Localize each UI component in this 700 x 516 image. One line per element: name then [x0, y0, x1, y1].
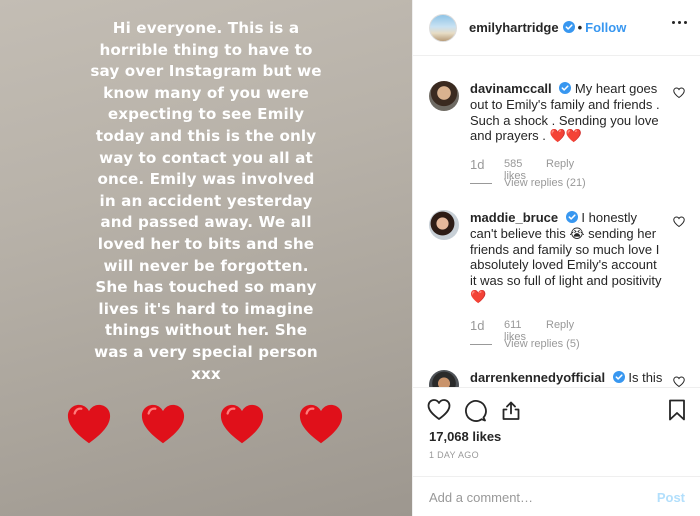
author-username[interactable]: emilyhartridge	[469, 20, 559, 35]
comment-like-heart-icon[interactable]	[673, 87, 685, 99]
bookmark-icon[interactable]	[665, 398, 689, 422]
red-heart-icon	[299, 404, 343, 444]
author-line: emilyhartridge • Follow	[469, 20, 626, 35]
post-image[interactable]: Hi everyone. This is a horrible thing to…	[0, 0, 412, 516]
commenter-avatar[interactable]	[429, 370, 459, 387]
view-replies-button[interactable]: View replies (5)	[470, 338, 580, 350]
commenter-username[interactable]: davinamccall	[470, 81, 552, 96]
separator-dot: •	[577, 20, 583, 35]
follow-button[interactable]: Follow	[585, 20, 626, 35]
comment-body: davinamccall My heart goes out to Emily'…	[470, 81, 666, 144]
commenter-username[interactable]: maddie_bruce	[470, 210, 558, 225]
post-timestamp[interactable]: 1 DAY AGO	[429, 450, 479, 460]
comments-list[interactable]: davinamccall My heart goes out to Emily'…	[413, 57, 700, 387]
commenter-username[interactable]: darrenkennedyofficial	[470, 370, 605, 385]
comment-bubble-icon[interactable]	[463, 398, 487, 422]
view-replies-label: View replies (5)	[504, 338, 580, 350]
commenter-avatar[interactable]	[429, 81, 459, 111]
verified-badge-icon	[562, 21, 575, 33]
share-icon[interactable]	[499, 398, 523, 422]
replies-line	[470, 182, 492, 184]
comment-text: Is this	[628, 370, 663, 385]
red-heart-icon	[220, 404, 264, 444]
red-heart-icon	[141, 404, 185, 444]
story-text: Hi everyone. This is a horrible thing to…	[90, 19, 322, 383]
hearts-row	[0, 398, 412, 454]
post-header: emilyhartridge • Follow	[413, 0, 700, 56]
commenter-avatar[interactable]	[429, 210, 459, 240]
comment-input[interactable]	[429, 489, 649, 505]
comment-body: maddie_bruce I honestly can't believe th…	[470, 210, 666, 305]
replies-line	[470, 343, 492, 345]
like-count[interactable]: 17,068 likes	[429, 429, 501, 444]
add-comment-bar: Post	[413, 476, 700, 516]
post-actions: 17,068 likes 1 DAY AGO Post	[413, 387, 700, 516]
verified-badge-icon	[612, 371, 625, 383]
like-heart-icon[interactable]	[427, 398, 451, 422]
verified-badge-icon	[565, 211, 578, 223]
post-sidebar: emilyhartridge • Follow davinamccall My he…	[412, 0, 700, 516]
view-replies-label: View replies (21)	[504, 177, 586, 189]
verified-badge-icon	[559, 82, 572, 94]
author-avatar[interactable]	[429, 13, 457, 42]
action-icons	[427, 398, 523, 422]
more-options-icon[interactable]	[672, 21, 687, 24]
red-heart-icon	[67, 404, 111, 444]
instagram-post: Hi everyone. This is a horrible thing to…	[0, 0, 700, 516]
comment-like-heart-icon[interactable]	[673, 376, 685, 387]
post-comment-button[interactable]: Post	[657, 490, 685, 505]
comment-like-heart-icon[interactable]	[673, 216, 685, 228]
view-replies-button[interactable]: View replies (21)	[470, 177, 586, 189]
comment-body: darrenkennedyofficial Is this	[470, 370, 666, 386]
